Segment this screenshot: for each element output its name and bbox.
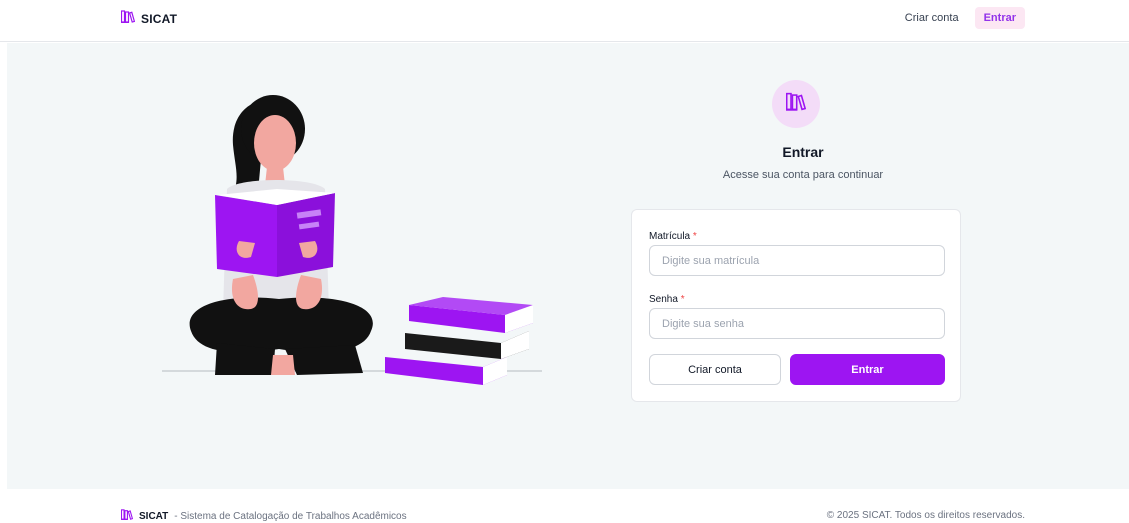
login-title: Entrar — [782, 144, 824, 160]
login-form: Matrícula * Senha * Criar conta Entrar — [631, 209, 961, 402]
senha-label: Senha * — [649, 294, 685, 305]
nav-login-button[interactable]: Entrar — [974, 7, 1025, 29]
matricula-input[interactable] — [649, 245, 945, 276]
senha-input[interactable] — [649, 308, 945, 339]
reading-woman-illustration — [162, 95, 542, 385]
brand-name: SICAT — [141, 12, 178, 26]
brand-logo-link[interactable]: SICAT — [120, 10, 178, 28]
nav-signup-link[interactable]: Criar conta — [899, 7, 965, 29]
books-icon — [785, 92, 807, 116]
footer-copyright: © 2025 SICAT. Todos os direitos reservad… — [826, 510, 1025, 521]
create-account-button[interactable]: Criar conta — [649, 354, 781, 385]
header-nav: Criar conta Entrar — [899, 7, 1025, 29]
login-subtitle: Acesse sua conta para continuar — [722, 169, 884, 181]
footer-tagline: - Sistema de Catalogação de Trabalhos Ac… — [174, 510, 407, 522]
matricula-label: Matrícula * — [649, 231, 697, 242]
required-mark: * — [680, 294, 685, 305]
login-submit-button[interactable]: Entrar — [790, 354, 945, 385]
books-icon — [120, 10, 136, 28]
footer-brand-name: SICAT — [139, 510, 169, 522]
top-navbar: SICAT Criar conta Entrar — [0, 0, 1129, 42]
main-content: Entrar Acesse sua conta para continuar M… — [7, 43, 1129, 489]
login-logo-badge — [772, 80, 820, 128]
footer: SICAT - Sistema de Catalogação de Trabal… — [0, 489, 1129, 522]
required-mark: * — [692, 231, 697, 242]
